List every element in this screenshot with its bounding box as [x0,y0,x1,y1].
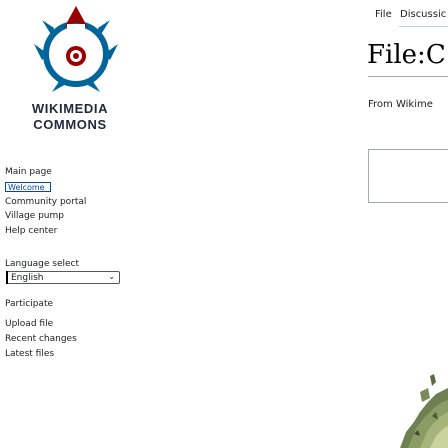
language-select-value: English [11,273,44,283]
language-select-heading: Language select [5,259,80,269]
select-edge [6,271,8,284]
tab-divider [399,26,448,27]
sidebar-item-main-page[interactable]: Main page [5,167,52,177]
sidebar-item-village-pump[interactable]: Village pump [5,211,64,221]
language-select-dropdown[interactable]: English ⌄ [6,271,120,284]
title-divider [368,76,448,77]
participate-heading: Participate [5,299,54,309]
sidebar-item-latest-files[interactable]: Latest files [5,349,54,359]
logo-text-commons: COMMONS [33,117,107,132]
logo-text-wikimedia: WIKIMEDIA [31,101,109,116]
file-info-box [368,149,448,203]
image-thumbnail[interactable] [400,372,448,448]
sidebar-item-upload-file[interactable]: Upload file [5,319,53,329]
tab-discussion[interactable]: Discussic [400,9,446,20]
sidebar-item-help-center[interactable]: Help center [5,226,57,236]
chevron-down-icon: ⌄ [108,272,115,281]
sidebar-item-welcome[interactable]: Welcome [5,182,51,192]
wikimedia-commons-logo[interactable] [24,4,124,94]
page-title: File:C [367,40,446,70]
from-subtitle: From Wikime [368,99,433,110]
tab-file[interactable]: File [375,9,392,20]
sidebar-item-recent-changes[interactable]: Recent changes [5,334,77,344]
sidebar-item-community-portal[interactable]: Community portal [5,197,86,207]
